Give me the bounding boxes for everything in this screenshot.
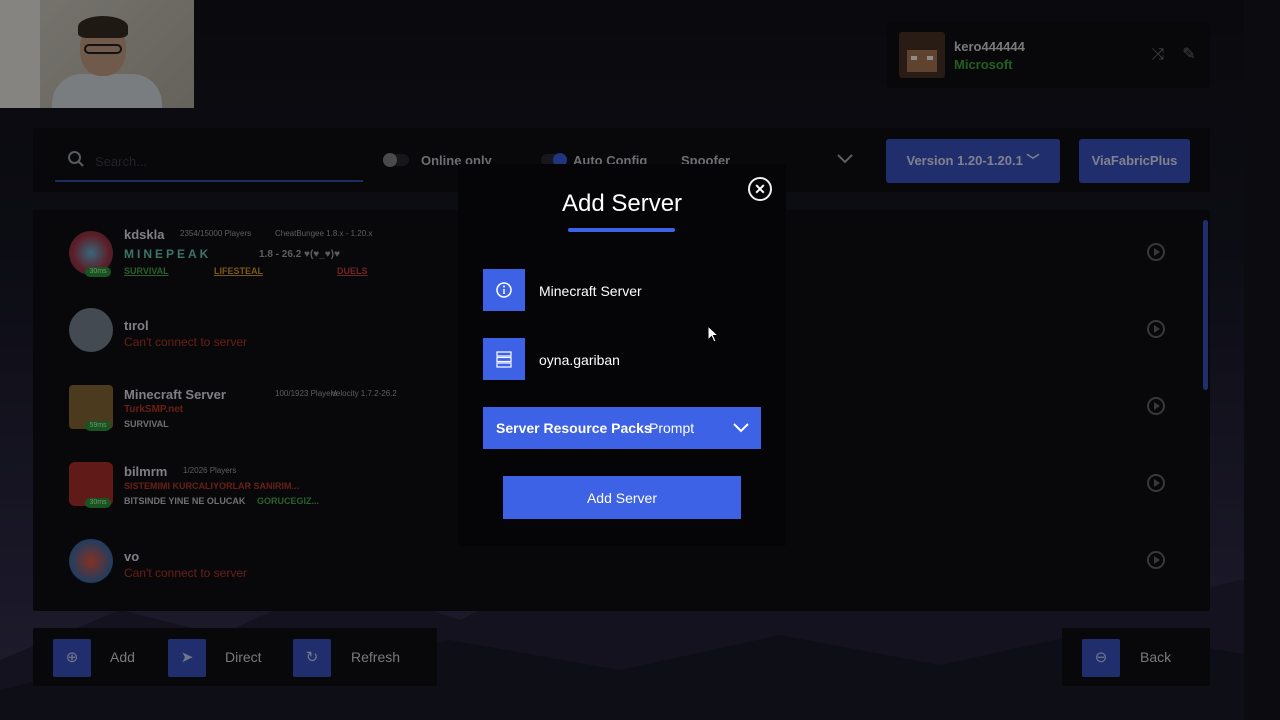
- dialog-title: Add Server: [561, 190, 683, 217]
- chevron-down-icon: [733, 423, 749, 433]
- add-server-button[interactable]: Add Server: [503, 476, 741, 519]
- server-name-input[interactable]: [537, 279, 761, 303]
- server-icon: [483, 338, 525, 380]
- resource-packs-value: Prompt: [649, 420, 695, 436]
- info-icon: [483, 269, 525, 311]
- server-address-input[interactable]: [537, 348, 761, 372]
- right-edge: [1244, 0, 1280, 720]
- resource-packs-label: Server Resource Packs: [496, 420, 652, 436]
- add-server-dialog: ✕ Add Server Server Resource Packs Promp…: [458, 164, 786, 546]
- server-address-field: [483, 338, 761, 380]
- server-name-field: [483, 269, 761, 311]
- resource-packs-dropdown[interactable]: Server Resource Packs Prompt: [483, 407, 761, 449]
- title-underline: [568, 228, 675, 232]
- mouse-cursor: [707, 325, 719, 343]
